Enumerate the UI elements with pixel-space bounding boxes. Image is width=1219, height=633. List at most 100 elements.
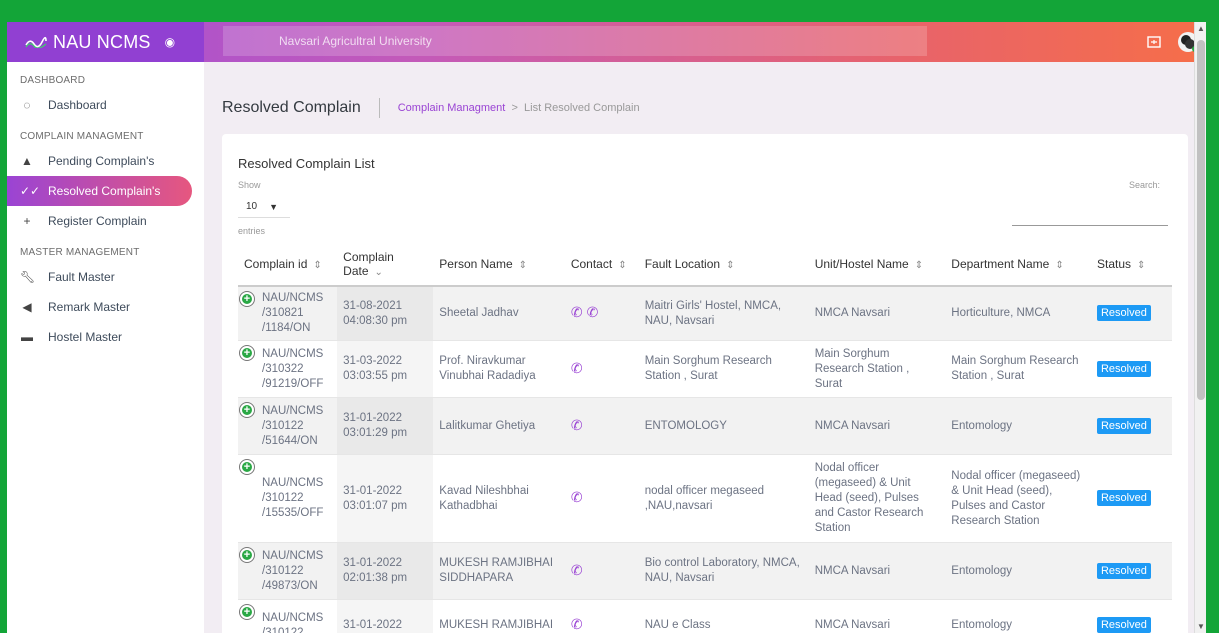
phone-icon[interactable]: ✆: [571, 417, 583, 433]
scrollbar-thumb[interactable]: [1197, 40, 1205, 400]
phone-icon[interactable]: ✆: [587, 304, 599, 320]
table-row: + NAU/NCMS /310322 /91219/OFF 31-03-2022 …: [238, 340, 1172, 398]
breadcrumb: Complain Managment > List Resolved Compl…: [398, 102, 640, 114]
expand-row-icon[interactable]: +: [240, 346, 254, 360]
cell-unit: NMCA Navsari: [808, 542, 946, 600]
cell-contact: ✆ ✆: [564, 286, 639, 341]
cell-status: Resolved: [1090, 599, 1172, 633]
cell-department: Nodal officer (megaseed) & Unit Head (se…: [945, 454, 1091, 543]
sort-icon: ⇕: [618, 259, 627, 271]
col-person-name[interactable]: Person Name ⇕: [433, 242, 565, 287]
col-label: Contact: [570, 256, 613, 271]
app-name: NAU NCMS: [53, 31, 151, 52]
bed-icon: ▬: [21, 330, 33, 344]
logo-icon: [25, 36, 47, 48]
phone-icon[interactable]: ✆: [571, 489, 583, 505]
sidebar-item-fault-master[interactable]: 🔧︎ Fault Master: [7, 262, 204, 292]
main-content: Resolved Complain Complain Managment > L…: [204, 62, 1194, 633]
col-label: Unit/Hostel Name: [814, 256, 909, 271]
search-input[interactable]: [1012, 208, 1168, 226]
breadcrumb-link[interactable]: Complain Managment: [398, 102, 506, 114]
scroll-down-icon[interactable]: ▼: [1197, 622, 1205, 631]
double-check-icon: ✓✓: [20, 184, 41, 198]
sort-icon: ⇕: [1055, 259, 1064, 271]
phone-icon[interactable]: ✆: [571, 616, 583, 632]
fullscreen-icon[interactable]: [1143, 31, 1165, 53]
col-contact[interactable]: Contact ⇕: [564, 242, 639, 287]
complain-id: NAU/NCMS /310122 /15535/OFF: [262, 477, 324, 519]
cell-unit: NMCA Navsari: [808, 599, 946, 633]
sidebar-item-dashboard[interactable]: ◌ Dashboard: [7, 90, 204, 120]
cell-location: NAU e Class: [638, 599, 809, 633]
palette-icon: ◌: [23, 98, 31, 112]
sidebar-item-resolved-complains[interactable]: ✓✓ Resolved Complain's: [7, 176, 192, 206]
cell-unit: NMCA Navsari: [808, 286, 946, 341]
app-window: NAU NCMS ◉ Navsari Agricultral Universit…: [7, 22, 1206, 633]
sidebar-item-remark-master[interactable]: ◀ Remark Master: [7, 292, 204, 322]
col-department-name[interactable]: Department Name ⇕: [945, 242, 1091, 287]
page-length-select[interactable]: 10 ▼: [238, 196, 290, 218]
cell-status: Resolved: [1090, 542, 1172, 600]
phone-icon[interactable]: ✆: [571, 304, 583, 320]
complain-id: NAU/NCMS /310122 /49873/ON: [262, 549, 324, 592]
cell-complain-id: + NAU/NCMS /310122: [238, 599, 338, 633]
status-badge: Resolved: [1096, 360, 1151, 377]
expand-row-icon[interactable]: +: [240, 548, 254, 562]
cell-date: 31-03-2022 03:03:55 pm: [337, 340, 434, 398]
table-row: + NAU/NCMS /310122 /15535/OFF 31-01-2022 …: [238, 454, 1172, 543]
table-row: + NAU/NCMS /310821 /1184/ON 31-08-2021 04…: [238, 286, 1172, 341]
cell-person: MUKESH RAMJIBHAI: [433, 599, 565, 633]
table-row: + NAU/NCMS /310122 /51644/ON 31-01-2022 0…: [238, 397, 1172, 455]
cell-complain-id: + NAU/NCMS /310322 /91219/OFF: [238, 340, 338, 398]
col-status[interactable]: Status ⇕: [1090, 242, 1172, 287]
col-label: Department Name: [951, 256, 1050, 271]
cell-date: 31-01-2022 03:01:29 pm: [337, 397, 434, 455]
cell-status: Resolved: [1090, 340, 1172, 398]
sort-icon: ⇕: [313, 259, 322, 271]
plus-icon: +: [23, 214, 31, 228]
sidebar-item-label: Dashboard: [48, 98, 107, 112]
expand-row-icon[interactable]: +: [240, 292, 254, 306]
cell-contact: ✆: [564, 340, 639, 398]
page-scrollbar[interactable]: ▲ ▼: [1194, 22, 1206, 633]
status-badge: Resolved: [1096, 562, 1151, 579]
status-badge: Resolved: [1096, 490, 1151, 506]
cell-person: Sheetal Jadhav: [433, 286, 565, 341]
cell-complain-id: + NAU/NCMS /310821 /1184/ON: [238, 286, 338, 341]
sidebar-item-pending-complains[interactable]: ▲ Pending Complain's: [7, 146, 204, 176]
entries-label: entries: [238, 226, 266, 236]
col-unit-hostel-name[interactable]: Unit/Hostel Name ⇕: [808, 242, 946, 287]
phone-icon[interactable]: ✆: [571, 562, 583, 578]
complain-id: NAU/NCMS /310322 /91219/OFF: [262, 347, 324, 390]
cell-contact: ✆: [564, 542, 639, 600]
phone-icon[interactable]: ✆: [571, 360, 583, 376]
show-label: Show: [238, 180, 261, 190]
sidebar-item-hostel-master[interactable]: ▬ Hostel Master: [7, 322, 204, 352]
expand-row-icon[interactable]: +: [240, 403, 254, 417]
cell-complain-id: + NAU/NCMS /310122 /51644/ON: [238, 397, 338, 455]
breadcrumb-current: List Resolved Complain: [524, 102, 640, 114]
expand-row-icon[interactable]: +: [240, 460, 254, 474]
chevron-down-icon: ▼: [269, 201, 279, 212]
cell-date: 31-01-2022: [337, 599, 434, 633]
cell-person: Kavad Nileshbhai Kathadbhai: [433, 454, 565, 543]
complain-table: Complain id ⇕ Complain Date ⌄ Person Name ⇕…: [238, 242, 1172, 633]
cell-unit: NMCA Navsari: [808, 397, 946, 455]
wrench-icon: 🔧︎: [20, 270, 36, 284]
col-complain-date[interactable]: Complain Date ⌄: [337, 242, 434, 287]
sidebar-item-register-complain[interactable]: + Register Complain: [7, 206, 204, 236]
expand-row-icon[interactable]: +: [240, 605, 254, 619]
col-complain-id[interactable]: Complain id ⇕: [238, 242, 338, 287]
status-badge: Resolved: [1096, 305, 1151, 321]
col-label: Complain id: [244, 256, 308, 271]
cell-contact: ✆: [564, 599, 639, 633]
sort-icon: ⇕: [726, 259, 735, 271]
sidebar-toggle-icon[interactable]: ◉: [165, 35, 175, 49]
page-header: Resolved Complain Complain Managment > L…: [222, 98, 640, 118]
page-title: Resolved Complain: [222, 99, 361, 116]
scroll-up-icon[interactable]: ▲: [1197, 24, 1205, 33]
university-name-bar: Navsari Agricultral University: [223, 26, 927, 56]
brand[interactable]: NAU NCMS ◉: [7, 22, 204, 62]
cell-location: Bio control Laboratory, NMCA, NAU, Navsa…: [638, 542, 809, 600]
col-fault-location[interactable]: Fault Location ⇕: [638, 242, 809, 287]
